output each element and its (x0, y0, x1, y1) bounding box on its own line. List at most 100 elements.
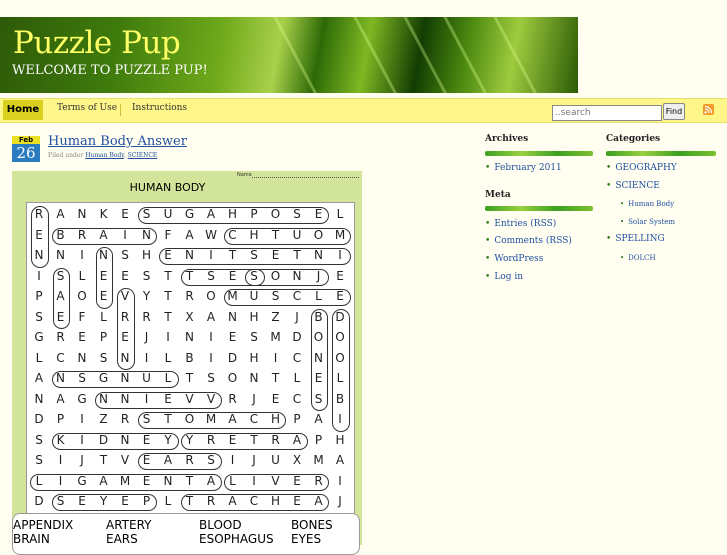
grid-letter: F (78, 309, 86, 324)
category-spelling[interactable]: • SPELLING (606, 234, 665, 244)
nav-instructions[interactable]: Instructions (132, 103, 187, 113)
answer-circle (180, 494, 329, 511)
answer-circle (137, 207, 329, 224)
grid-letter: R (185, 289, 194, 303)
grid-letter: E (121, 207, 129, 221)
post-meta: Filed under Human Body, SCIENCE (48, 152, 158, 159)
category-dolch[interactable]: • DOLCH (620, 254, 656, 262)
grid-letter: N (34, 391, 44, 406)
answer-circle (310, 308, 328, 411)
post-title-link[interactable]: Human Body Answer (48, 134, 187, 149)
word-list-item: ESOPHAGUS (199, 532, 274, 546)
archive-february-2011[interactable]: • February 2011 (485, 163, 562, 173)
grid-letter: U (271, 453, 280, 467)
category-science[interactable]: • SCIENCE (606, 181, 660, 191)
search-input[interactable] (552, 105, 662, 121)
grid-letter: H (249, 309, 259, 324)
meta-entries-rss[interactable]: • Entries (RSS) (485, 219, 556, 229)
grid-letter: J (252, 453, 256, 467)
grid-letter: I (230, 453, 235, 467)
nav-separator (120, 104, 121, 116)
word-list: APPENDIX ARTERY BLOOD BONES BRAIN EARS E… (12, 513, 360, 555)
post-date-day: 26 (12, 144, 40, 162)
grid-letter: T (185, 371, 194, 385)
grid-letter: N (228, 309, 237, 324)
grid-letter: R (228, 391, 237, 406)
word-list-item: APPENDIX (13, 518, 74, 532)
grid-letter: A (34, 371, 44, 385)
grid-letter: R (120, 412, 130, 426)
grid-letter: P (56, 412, 65, 426)
answer-circle (51, 227, 157, 245)
grid-letter: I (37, 268, 41, 283)
grid-letter: T (164, 268, 172, 283)
word-search-puzzle: Name HUMAN BODY RANKESUGAHPOSELEBRAINFAW… (12, 171, 362, 555)
categories-divider (606, 151, 716, 156)
word-list-item: BONES (291, 518, 333, 532)
grid-letter: X (292, 453, 302, 467)
grid-letter: E (121, 268, 129, 283)
grid-letter: C (292, 391, 302, 406)
word-list-item: EYES (291, 532, 322, 546)
grid-letter: J (80, 453, 84, 467)
grid-letter: I (209, 330, 213, 344)
answer-circle (94, 391, 222, 409)
grid-letter: T (164, 289, 172, 303)
answer-circle (332, 308, 350, 432)
answer-circle (223, 227, 351, 245)
grid-letter: D (34, 494, 44, 508)
grid-letter: C (56, 350, 65, 365)
grid-letter: G (77, 391, 87, 406)
letter-grid: RANKESUGAHPOSELEBRAINFAWCHTUOMNNINSHENIT… (26, 202, 355, 515)
meta-comments-rss[interactable]: • Comments (RSS) (485, 236, 572, 246)
grid-letter: A (314, 412, 323, 426)
answer-circle (31, 206, 49, 268)
nav-terms-of-use[interactable]: Terms of Use (57, 103, 117, 113)
grid-letter: T (271, 371, 280, 385)
grid-letter: N (185, 330, 194, 344)
category-human-body[interactable]: • Human Body (620, 200, 674, 208)
grid-letter: A (185, 227, 194, 242)
grid-letter: S (35, 453, 43, 467)
grid-letter: Z (271, 309, 280, 324)
meta-wordpress[interactable]: • WordPress (485, 254, 543, 264)
grid-letter: J (252, 391, 256, 406)
name-underline (252, 177, 359, 178)
grid-letter: H (335, 432, 345, 447)
grid-letter: A (56, 391, 65, 406)
answer-circle (51, 371, 179, 388)
archives-heading: Archives (485, 134, 529, 144)
nav-home[interactable]: Home (3, 100, 43, 120)
grid-letter: M (270, 330, 281, 344)
grid-letter: L (164, 494, 172, 508)
grid-letter: L (336, 207, 344, 221)
grid-letter: I (273, 350, 278, 365)
category-solar-system[interactable]: • Solar System (620, 218, 675, 226)
grid-letter: W (205, 227, 217, 242)
grid-letter: N (249, 371, 259, 385)
grid-letter: C (292, 350, 302, 365)
site-description: WELCOME TO PUZZLE PUP! (12, 63, 208, 78)
grid-letter: I (80, 248, 84, 262)
answer-circle (180, 432, 308, 450)
grid-letter: L (100, 309, 107, 324)
post-category-science[interactable]: SCIENCE (128, 152, 158, 159)
post-date-month: Feb (12, 136, 40, 144)
grid-letter: D (292, 330, 302, 344)
grid-letter: L (164, 350, 172, 365)
site-title[interactable]: Puzzle Pup (13, 25, 181, 61)
word-list-item: ARTERY (106, 518, 152, 532)
archives-divider (485, 151, 593, 156)
meta-log-in[interactable]: • Log in (485, 272, 523, 282)
grid-letter: A (206, 309, 216, 324)
find-button[interactable]: Find (663, 103, 685, 120)
answer-circle (51, 494, 157, 511)
category-geography[interactable]: • GEOGRAPHY (606, 163, 677, 173)
name-label: Name (237, 172, 252, 178)
post-category-human-body[interactable]: Human Body (85, 152, 124, 159)
grid-letter: V (120, 453, 130, 467)
grid-letter: D (34, 412, 44, 426)
rss-icon[interactable] (703, 104, 714, 115)
grid-letter: L (78, 268, 86, 283)
post-date-badge: Feb 26 (12, 136, 40, 162)
